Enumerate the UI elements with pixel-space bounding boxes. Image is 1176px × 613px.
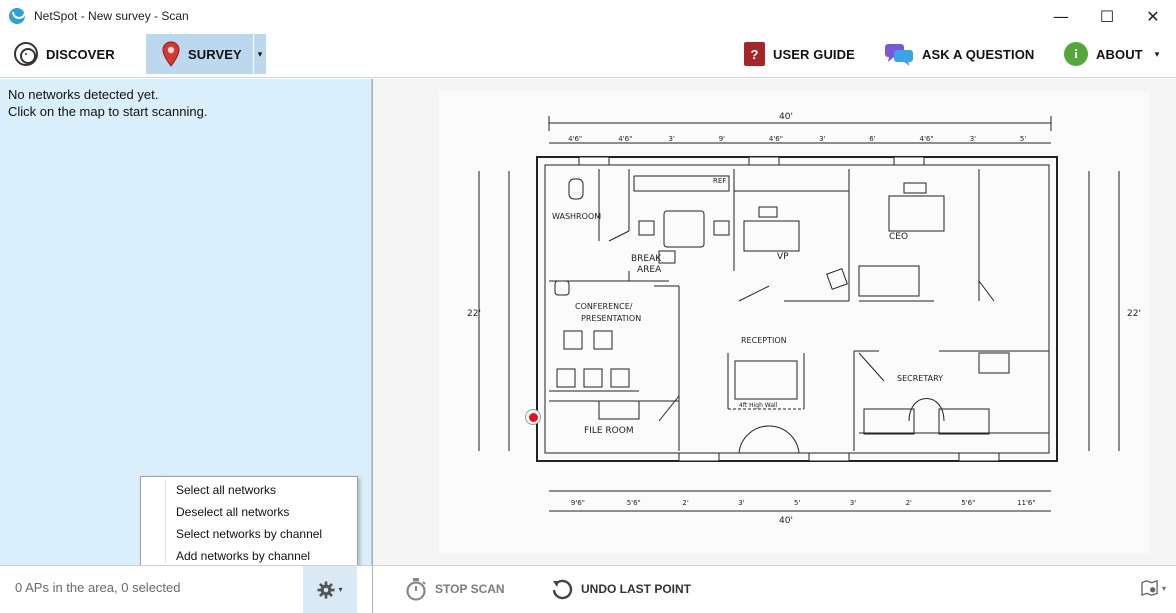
dim-overall-width-bottom: 40' (779, 516, 793, 526)
room-vp: VP (777, 252, 789, 262)
book-icon: ? (744, 42, 765, 66)
netspot-app-icon (9, 8, 26, 24)
discover-icon (14, 42, 38, 66)
room-wall-note: 4ft High Wall (739, 402, 778, 409)
dim-top-9: 5' (1020, 135, 1026, 143)
map-canvas[interactable]: 40' 40' 22' 22' WASHROOM REF BREAK AREA … (373, 79, 1176, 565)
dim-top-0: 4'6" (568, 135, 582, 143)
window-title: NetSpot - New survey - Scan (34, 9, 189, 23)
no-networks-message: No networks detected yet. Click on the m… (8, 86, 207, 120)
room-break-2: AREA (637, 265, 662, 275)
undo-last-point-button[interactable]: UNDO LAST POINT (551, 576, 691, 602)
undo-icon (552, 579, 573, 600)
room-ceo: CEO (889, 232, 908, 242)
dim-top-4: 4'6" (769, 135, 783, 143)
dim-bottom-5: 3' (850, 499, 856, 507)
room-conference-1: CONFERENCE/ (575, 302, 633, 311)
stop-scan-button[interactable]: STOP SCAN (405, 576, 505, 602)
dim-top-7: 4'6" (920, 135, 934, 143)
menu-gutter (165, 479, 166, 563)
discover-button[interactable]: DISCOVER (14, 34, 115, 74)
dim-bottom-6: 2' (906, 499, 912, 507)
dim-overall-width: 40' (779, 112, 793, 122)
dim-top-8: 3' (970, 135, 976, 143)
stop-scan-label: STOP SCAN (435, 582, 505, 596)
main-toolbar: DISCOVER SURVEY ▾ ? USER GUIDE ASK A QUE… (0, 32, 1176, 78)
networks-status-bar: 0 APs in the area, 0 selected ▾ (0, 565, 372, 613)
dim-top-5: 3' (819, 135, 825, 143)
dim-height-left: 22' (467, 309, 481, 319)
room-break-1: BREAK (631, 254, 662, 264)
user-guide-label: USER GUIDE (773, 46, 855, 62)
dim-top-6: 6' (869, 135, 875, 143)
close-button[interactable]: ✕ (1130, 0, 1176, 32)
survey-label: SURVEY (188, 46, 242, 62)
dim-bottom-7: 5'6" (961, 499, 975, 507)
room-secretary: SECRETARY (897, 374, 943, 383)
map-settings-icon (1141, 580, 1158, 596)
dim-top-1: 4'6" (618, 135, 632, 143)
room-conference-2: PRESENTATION (581, 314, 641, 323)
dim-bottom-4: 5' (794, 499, 800, 507)
dim-bottom-0: 9'6" (571, 499, 585, 507)
dim-bottom-1: 5'6" (627, 499, 641, 507)
ask-question-button[interactable]: ASK A QUESTION (884, 34, 1034, 74)
about-label: ABOUT (1096, 46, 1143, 62)
menu-item-deselect-all[interactable]: Deselect all networks (141, 501, 357, 523)
dim-top-3: 9' (719, 135, 725, 143)
map-options-button[interactable]: ▾ (1141, 580, 1166, 596)
map-pin-icon (162, 41, 180, 67)
chevron-down-icon: ▾ (1161, 583, 1166, 593)
floor-plan-image: 40' 40' 22' 22' WASHROOM REF BREAK AREA … (439, 91, 1149, 553)
room-file-room: FILE ROOM (584, 426, 634, 436)
stopwatch-icon (406, 578, 426, 601)
undo-last-point-label: UNDO LAST POINT (581, 582, 691, 596)
dim-top-2: 3' (669, 135, 675, 143)
menu-item-select-all[interactable]: Select all networks (141, 479, 357, 501)
scan-point-marker[interactable] (525, 409, 541, 425)
menu-item-select-by-channel[interactable]: Select networks by channel (141, 523, 357, 545)
network-selection-menu: Select all networks Deselect all network… (140, 476, 358, 566)
discover-label: DISCOVER (46, 46, 115, 62)
chevron-down-icon: ▾ (1154, 48, 1160, 59)
minimize-button[interactable]: — (1038, 0, 1084, 32)
survey-button[interactable]: SURVEY (146, 34, 253, 74)
ap-count-text: 0 APs in the area, 0 selected (15, 580, 181, 595)
message-line-2: Click on the map to start scanning. (8, 104, 208, 119)
chat-bubbles-icon (885, 44, 913, 66)
room-reception: RECEPTION (741, 336, 787, 345)
menu-item-add-by-channel[interactable]: Add networks by channel (141, 545, 357, 567)
chevron-down-icon: ▾ (338, 585, 343, 594)
info-icon: i (1064, 42, 1088, 66)
dim-bottom-3: 3' (738, 499, 744, 507)
window-controls: — ☐ ✕ (1038, 0, 1176, 32)
room-washroom: WASHROOM (552, 212, 601, 221)
title-bar: NetSpot - New survey - Scan — ☐ ✕ (0, 0, 1176, 32)
gear-icon (317, 580, 336, 599)
message-line-1: No networks detected yet. (8, 87, 159, 102)
ask-question-label: ASK A QUESTION (922, 46, 1035, 62)
dim-bottom-2: 2' (682, 499, 688, 507)
dim-height-right: 22' (1127, 309, 1141, 319)
scan-controls-bar: STOP SCAN UNDO LAST POINT ▾ (373, 565, 1176, 613)
maximize-button[interactable]: ☐ (1084, 0, 1130, 32)
about-button[interactable]: i ABOUT ▾ (1064, 34, 1159, 74)
user-guide-button[interactable]: ? USER GUIDE (744, 34, 855, 74)
network-options-button[interactable]: ▾ (303, 566, 357, 613)
room-ref: REF (713, 177, 726, 185)
dim-bottom-8: 11'6" (1017, 499, 1036, 507)
survey-dropdown-button[interactable]: ▾ (254, 34, 266, 74)
